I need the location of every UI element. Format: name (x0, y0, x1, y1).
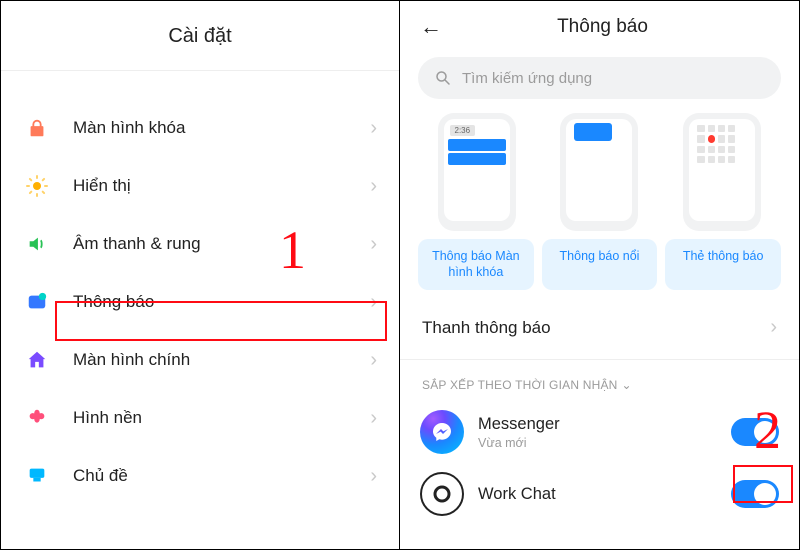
settings-item-label: Hiển thị (73, 176, 370, 196)
chevron-right-icon: › (370, 465, 377, 488)
notifications-icon (23, 288, 51, 316)
search-placeholder: Tìm kiếm ứng dụng (462, 70, 592, 87)
app-name: Messenger (478, 415, 560, 434)
flower-icon (23, 404, 51, 432)
app-row-messenger[interactable]: Messenger Vừa mới (414, 392, 785, 464)
sort-group-label[interactable]: SẮP XẾP THEO THỜI GIAN NHẬN ⌄ (414, 378, 785, 392)
brightness-icon (23, 172, 51, 200)
settings-item-label: Thông báo (73, 292, 370, 312)
section-notification-bar[interactable]: Thanh thông báo › (414, 290, 785, 359)
page-title-notifications: Thông báo (420, 16, 785, 38)
divider (400, 359, 799, 360)
settings-item-homescreen[interactable]: Màn hình chính › (23, 331, 377, 389)
chip-lockscreen-notif[interactable]: Thông báo Màn hình khóa (418, 239, 534, 290)
chevron-down-icon: ⌄ (622, 378, 632, 392)
lock-icon (23, 114, 51, 142)
divider (1, 70, 399, 71)
settings-item-lockscreen[interactable]: Màn hình khóa › (23, 99, 377, 157)
group-label-text: SẮP XẾP THEO THỜI GIAN NHẬN (422, 378, 618, 392)
settings-item-display[interactable]: Hiển thị › (23, 157, 377, 215)
toggle-messenger[interactable] (731, 418, 779, 446)
preview-badge[interactable] (683, 113, 761, 231)
settings-item-label: Chủ đề (73, 466, 370, 486)
settings-item-notifications[interactable]: Thông báo › (23, 273, 377, 331)
page-title-settings: Cài đặt (23, 25, 377, 48)
settings-item-wallpaper[interactable]: Hình nền › (23, 389, 377, 447)
notification-style-previews: 2:36 (414, 113, 785, 231)
theme-icon (23, 462, 51, 490)
settings-item-label: Âm thanh & rung (73, 234, 370, 254)
chevron-right-icon: › (370, 117, 377, 140)
toggle-workchat[interactable] (731, 480, 779, 508)
chevron-right-icon: › (370, 349, 377, 372)
search-input[interactable]: Tìm kiếm ứng dụng (418, 57, 781, 99)
settings-item-sound[interactable]: Âm thanh & rung › (23, 215, 377, 273)
chevron-right-icon: › (370, 233, 377, 256)
chevron-right-icon: › (370, 175, 377, 198)
preview-time: 2:36 (450, 125, 476, 136)
workchat-icon (420, 472, 464, 516)
chip-floating-notif[interactable]: Thông báo nổi (542, 239, 658, 290)
home-icon (23, 346, 51, 374)
app-row-workchat[interactable]: Work Chat (414, 464, 785, 526)
settings-item-themes[interactable]: Chủ đề › (23, 447, 377, 505)
app-subtext: Vừa mới (478, 436, 560, 450)
preview-lockscreen[interactable]: 2:36 (438, 113, 516, 231)
app-name: Work Chat (478, 485, 556, 504)
chevron-right-icon: › (370, 407, 377, 430)
chevron-right-icon: › (770, 316, 777, 339)
chevron-right-icon: › (370, 291, 377, 314)
section-label: Thanh thông báo (422, 318, 551, 338)
volume-icon (23, 230, 51, 258)
preview-floating[interactable] (560, 113, 638, 231)
search-icon (434, 69, 452, 87)
settings-item-label: Màn hình chính (73, 350, 370, 370)
chip-badge-notif[interactable]: Thẻ thông báo (665, 239, 781, 290)
settings-item-label: Hình nền (73, 408, 370, 428)
messenger-icon (420, 410, 464, 454)
settings-item-label: Màn hình khóa (73, 118, 370, 138)
